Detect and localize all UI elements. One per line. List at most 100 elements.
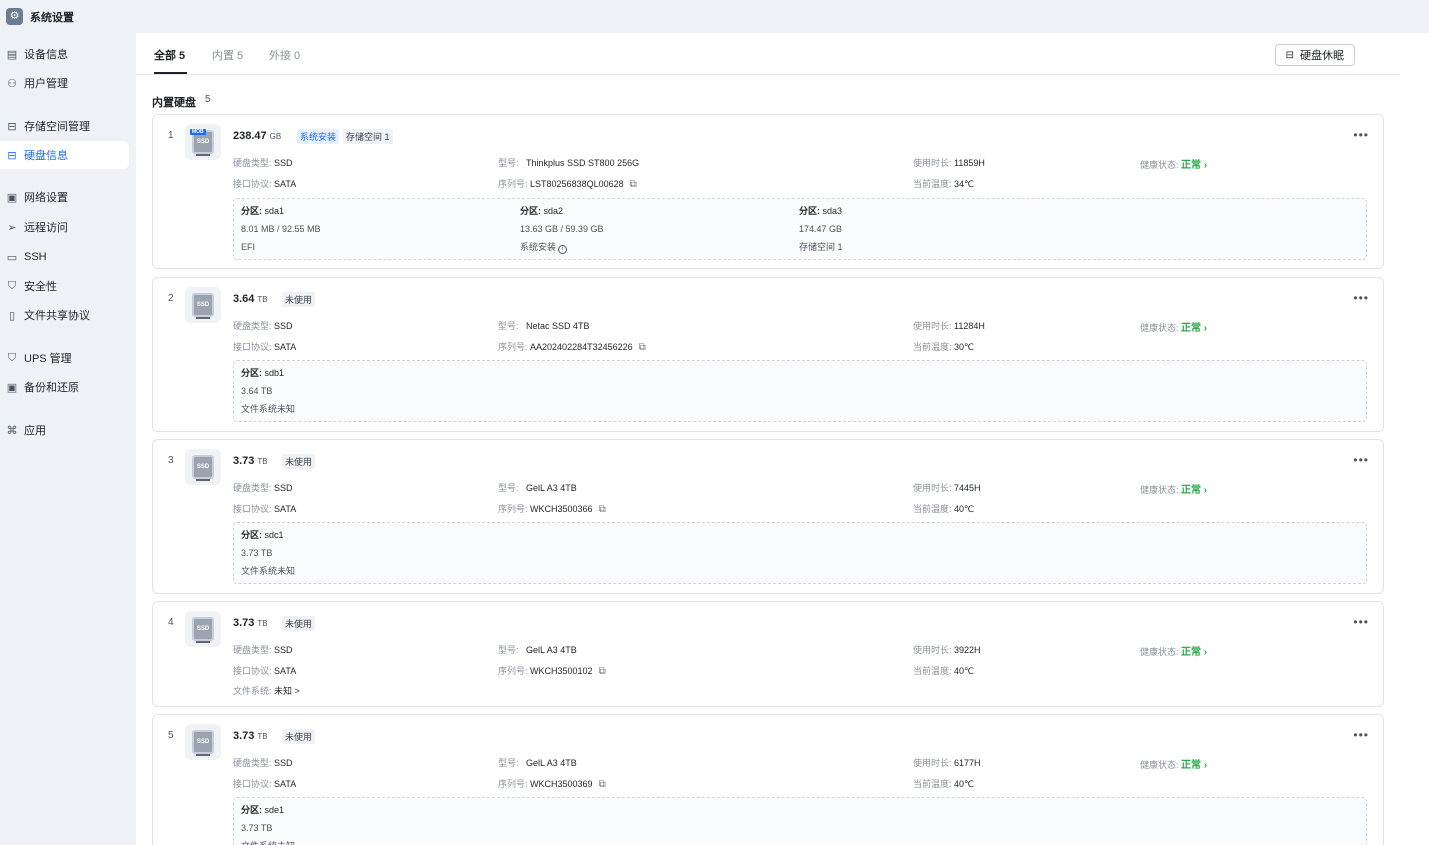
filesystem-link[interactable]: 未知 > bbox=[274, 686, 300, 696]
disk-index: 2 bbox=[168, 293, 174, 304]
partition-name: sde1 bbox=[264, 805, 285, 815]
disk-hours-field: 使用时长: 11284H bbox=[913, 319, 985, 332]
copy-icon[interactable]: ⧉ bbox=[599, 504, 606, 515]
health-status-link[interactable]: 正常 › bbox=[1181, 160, 1207, 171]
field-value: Thinkplus SSD ST800 256G bbox=[526, 158, 640, 168]
disk-hours-field: 使用时长: 3922H bbox=[913, 643, 981, 656]
partition-name: sda2 bbox=[543, 206, 564, 216]
copy-icon[interactable]: ⧉ bbox=[639, 342, 646, 353]
ssd-icon-label: SSD bbox=[196, 302, 210, 308]
partition-item: 分区: sdb1 3.64 TB 文件系统未知 bbox=[241, 364, 295, 418]
status-badge: 存储空间 1 bbox=[343, 129, 393, 144]
ssd-icon-label: SSD bbox=[196, 626, 210, 632]
status-badge: 未使用 bbox=[282, 616, 316, 631]
partition-name: sda1 bbox=[264, 206, 285, 216]
field-label: 分区: bbox=[241, 206, 262, 216]
sidebar-item-apps[interactable]: ⌘ 应用 bbox=[0, 416, 129, 444]
field-value: 40℃ bbox=[954, 779, 975, 789]
app-title: 系统设置 bbox=[30, 11, 74, 24]
field-label: 当前温度: bbox=[913, 342, 952, 352]
partition-usage: 13.63 GB / 59.39 GB bbox=[520, 224, 604, 234]
field-label: 健康状态: bbox=[1140, 160, 1179, 170]
disk-tags: 系统安装 存储空间 1 bbox=[293, 129, 393, 144]
tab-internal[interactable]: 内置 5 bbox=[212, 47, 243, 63]
sidebar-item-file-sharing[interactable]: ▯ 文件共享协议 bbox=[0, 301, 129, 329]
health-status-link[interactable]: 正常 › bbox=[1181, 647, 1207, 658]
partition-item: 分区: sda1 8.01 MB / 92.55 MB EFI bbox=[241, 202, 321, 256]
field-value: SSD bbox=[274, 758, 293, 768]
tab-external[interactable]: 外接 0 bbox=[269, 47, 300, 63]
sidebar: ▤ 设备信息 ⚇ 用户管理 ⊟ 存储空间管理 ⊟ 硬盘信息 ▣ 网络设置 ➢ 远… bbox=[0, 33, 136, 845]
ssd-icon: SSD bbox=[185, 724, 221, 760]
disk-sleep-button[interactable]: ⊟ 硬盘休眠 bbox=[1274, 44, 1355, 66]
more-options-icon[interactable]: ••• bbox=[1353, 128, 1369, 142]
disk-interface-field: 接口协议: SATA bbox=[233, 502, 296, 515]
sidebar-item-storage[interactable]: ⊟ 存储空间管理 bbox=[0, 112, 129, 140]
copy-icon[interactable]: ⧉ bbox=[599, 666, 606, 677]
sidebar-item-label: UPS 管理 bbox=[24, 353, 72, 365]
status-badge: 未使用 bbox=[282, 292, 316, 307]
more-options-icon[interactable]: ••• bbox=[1353, 453, 1369, 467]
field-label: 当前温度: bbox=[913, 779, 952, 789]
field-value: 11284H bbox=[954, 321, 985, 331]
field-label: 接口协议: bbox=[233, 342, 272, 352]
partition-usage: 3.73 TB bbox=[241, 548, 273, 558]
sidebar-item-ups[interactable]: ⛉ UPS 管理 bbox=[0, 344, 129, 372]
sidebar-item-label: 存储空间管理 bbox=[24, 121, 90, 133]
disk-serial-field: 序列号: LST80256838QL00628 ⧉ bbox=[498, 177, 637, 190]
more-options-icon[interactable]: ••• bbox=[1353, 291, 1369, 305]
field-label: 序列号: bbox=[498, 666, 528, 676]
field-value: Netac SSD 4TB bbox=[526, 321, 590, 331]
field-label: 分区: bbox=[241, 805, 262, 815]
sidebar-item-backup[interactable]: ▣ 备份和还原 bbox=[0, 373, 129, 401]
sidebar-item-label: SSH bbox=[24, 251, 47, 263]
sidebar-item-security[interactable]: ⛉ 安全性 bbox=[0, 272, 129, 300]
active-tab-indicator bbox=[154, 72, 187, 74]
copy-icon[interactable]: ⧉ bbox=[630, 179, 637, 190]
status-badge: 未使用 bbox=[282, 454, 316, 469]
disk-model-field: 型号: GelL A3 4TB bbox=[498, 643, 577, 656]
disk-type-field: 硬盘类型: SSD bbox=[233, 319, 293, 332]
sidebar-item-disk-info[interactable]: ⊟ 硬盘信息 bbox=[0, 141, 129, 169]
health-status-link[interactable]: 正常 › bbox=[1181, 760, 1207, 771]
field-label: 硬盘类型: bbox=[233, 321, 272, 331]
more-options-icon[interactable]: ••• bbox=[1353, 615, 1369, 629]
field-label: 接口协议: bbox=[233, 666, 272, 676]
sidebar-item-users[interactable]: ⚇ 用户管理 bbox=[0, 69, 129, 97]
sidebar-item-label: 备份和还原 bbox=[24, 382, 79, 394]
ssd-icon: SSD bbox=[185, 287, 221, 323]
field-value: SATA bbox=[274, 504, 297, 514]
disk-index: 1 bbox=[168, 130, 174, 141]
health-status-link[interactable]: 正常 › bbox=[1181, 323, 1207, 334]
field-label: 接口协议: bbox=[233, 779, 272, 789]
save-icon: ▣ bbox=[6, 381, 18, 394]
disk-temp-field: 当前温度: 40℃ bbox=[913, 502, 974, 515]
sidebar-item-network[interactable]: ▣ 网络设置 bbox=[0, 183, 129, 211]
disk-size-unit: TB bbox=[257, 457, 268, 466]
field-label: 使用时长: bbox=[913, 758, 952, 768]
disk-health-field: 健康状态: 正常 › bbox=[1140, 481, 1207, 496]
field-value: 6177H bbox=[954, 758, 981, 768]
more-options-icon[interactable]: ••• bbox=[1353, 728, 1369, 742]
partition-fs: 文件系统未知 bbox=[241, 566, 296, 576]
info-icon[interactable]: i bbox=[558, 245, 568, 254]
sidebar-item-label: 硬盘信息 bbox=[24, 150, 68, 162]
disk-size-unit: TB bbox=[257, 619, 268, 628]
field-label: 型号: bbox=[498, 758, 519, 768]
field-value: 40℃ bbox=[954, 666, 975, 676]
partition-item: 分区: sda2 13.63 GB / 59.39 GB 系统安装 i bbox=[520, 202, 604, 256]
field-value: SSD bbox=[274, 158, 293, 168]
sidebar-item-label: 用户管理 bbox=[24, 78, 68, 90]
health-status-link[interactable]: 正常 › bbox=[1181, 485, 1207, 496]
field-value: SATA bbox=[274, 666, 297, 676]
field-label: 文件系统: bbox=[233, 686, 272, 696]
sidebar-item-ssh[interactable]: ▭ SSH bbox=[0, 243, 129, 271]
sidebar-item-label: 安全性 bbox=[24, 281, 57, 293]
copy-icon[interactable]: ⧉ bbox=[599, 779, 606, 790]
disk-model-field: 型号: Netac SSD 4TB bbox=[498, 319, 590, 332]
sidebar-item-device-info[interactable]: ▤ 设备信息 bbox=[0, 40, 129, 68]
disk-temp-field: 当前温度: 30℃ bbox=[913, 340, 974, 353]
tab-all[interactable]: 全部 5 bbox=[154, 47, 185, 63]
ssd-icon-label: SSD bbox=[196, 139, 210, 145]
sidebar-item-remote[interactable]: ➢ 远程访问 bbox=[0, 213, 129, 241]
